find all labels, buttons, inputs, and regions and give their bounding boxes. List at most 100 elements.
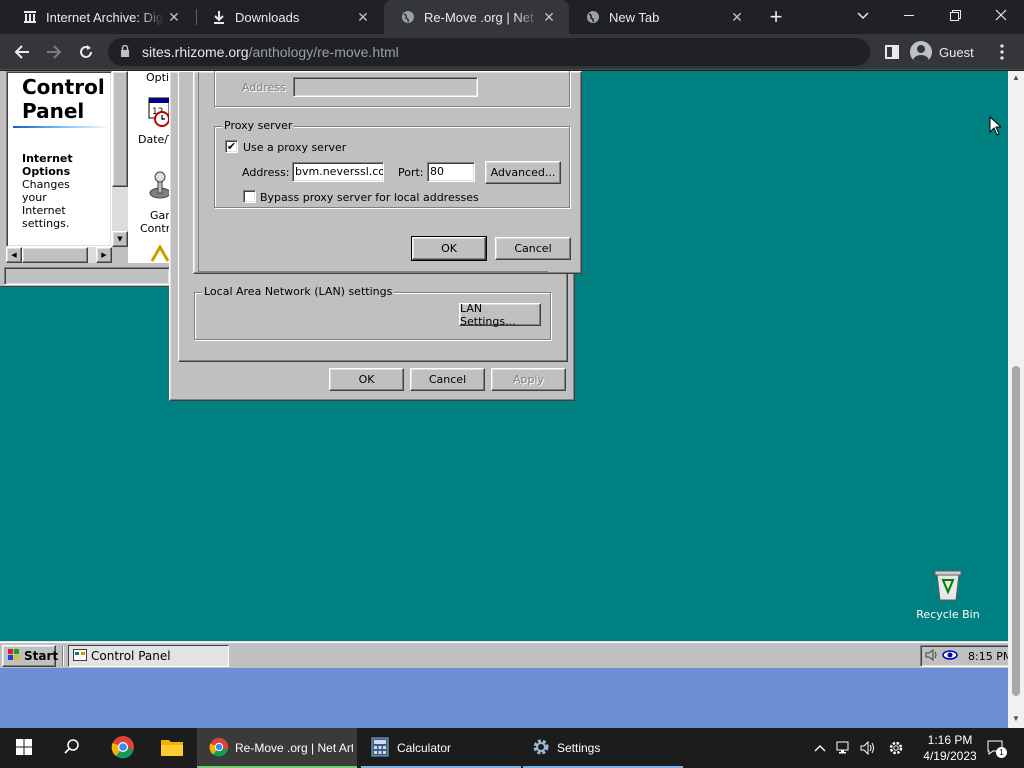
taskbar-item-control-panel[interactable]: Control Panel <box>68 645 229 667</box>
vertical-scrollbar[interactable]: ▼ <box>112 71 128 247</box>
pinned-file-explorer[interactable] <box>148 728 196 768</box>
start-button[interactable]: Start <box>2 645 58 667</box>
menu-icon[interactable] <box>988 38 1016 66</box>
chevron-up-icon[interactable] <box>810 738 830 758</box>
clock-date: 4/19/2023 <box>923 749 977 763</box>
selected-item-description: Changes your Internet settings. <box>22 178 70 230</box>
clock-time: 1:16 PM <box>927 733 973 747</box>
autoconfig-address-input[interactable] <box>293 77 478 97</box>
reload-button[interactable] <box>72 38 100 66</box>
lan-settings-button[interactable]: LAN Settings... <box>459 302 541 328</box>
scroll-left-icon[interactable]: ◀ <box>6 247 22 263</box>
calculator-icon <box>371 737 389 760</box>
port-label: Port: <box>398 166 424 179</box>
tab-search-icon[interactable] <box>852 5 874 27</box>
tray-clock[interactable]: 8:15 PM <box>968 650 1008 663</box>
scroll-right-icon[interactable]: ▶ <box>96 247 112 263</box>
tab-downloads[interactable]: Downloads ✕ <box>195 0 383 34</box>
port-input[interactable]: 80 <box>427 162 475 182</box>
keyboard-icon[interactable] <box>150 243 170 263</box>
settings-tray-icon[interactable] <box>886 738 906 758</box>
windows-logo-icon <box>7 648 21 664</box>
url-host: sites.rhizome.org <box>142 44 249 60</box>
advanced-button[interactable]: Advanced... <box>485 161 561 184</box>
close-window-button[interactable] <box>978 0 1024 30</box>
pinned-chrome[interactable] <box>99 728 147 768</box>
taskbar-item-label: Re-Move .org | Net Art Anthology <box>235 741 353 755</box>
network-eye-icon[interactable] <box>942 649 958 664</box>
gear-icon <box>531 737 551 760</box>
scroll-thumb[interactable] <box>22 247 88 263</box>
profile-button[interactable]: Guest <box>910 40 974 64</box>
use-proxy-label[interactable]: Use a proxy server <box>243 141 346 154</box>
taskbar-item-calculator[interactable]: Calculator <box>361 728 521 768</box>
scroll-down-icon[interactable]: ▼ <box>112 231 128 247</box>
browser-toolbar: sites.rhizome.org/anthology/re-move.html… <box>0 34 1024 70</box>
bypass-proxy-checkbox[interactable] <box>243 190 256 203</box>
recycle-bin[interactable]: Recycle Bin <box>910 568 986 621</box>
notification-badge: 1 <box>996 747 1007 758</box>
scroll-thumb[interactable] <box>112 71 128 187</box>
control-panel-window[interactable]: Control Panel Internet Options Changes y… <box>0 71 172 287</box>
back-button[interactable] <box>8 38 36 66</box>
page-viewport: Control Panel Internet Options Changes y… <box>0 71 1008 728</box>
recycle-bin-label: Recycle Bin <box>916 608 980 621</box>
tab-title: Downloads <box>235 9 300 25</box>
page-scrollbar[interactable]: ▲ ▼ <box>1008 71 1024 728</box>
proxy-address-label: Address: <box>242 166 290 179</box>
forward-button[interactable] <box>40 38 68 66</box>
taskbar-separator <box>62 646 64 666</box>
tab-re-move[interactable]: Re-Move .org | Net Art Anthology ✕ <box>384 0 569 34</box>
apply-button[interactable]: Apply <box>491 368 566 391</box>
mouse-cursor-icon <box>989 115 1003 139</box>
speaker-icon[interactable] <box>925 648 939 665</box>
globe-icon <box>585 9 601 25</box>
side-panel-icon[interactable] <box>878 38 906 66</box>
network-icon[interactable] <box>834 738 854 758</box>
scroll-down-icon[interactable]: ▼ <box>1011 714 1021 723</box>
recycle-bin-icon <box>910 568 986 605</box>
taskbar-clock[interactable]: 1:16 PM 4/19/2023 <box>920 732 980 764</box>
bypass-proxy-label[interactable]: Bypass proxy server for local addresses <box>260 191 479 204</box>
proxy-address-input[interactable]: bvm.neverssl.com <box>292 162 384 182</box>
ok-button[interactable]: OK <box>411 236 487 261</box>
horizontal-scrollbar[interactable]: ◀ ▶ <box>6 247 112 263</box>
icon-label[interactable]: Date/T <box>138 133 172 146</box>
search-button[interactable] <box>48 728 96 768</box>
globe-icon <box>400 9 416 25</box>
close-icon[interactable]: ✕ <box>539 7 559 27</box>
search-icon <box>64 738 80 758</box>
win98-desktop[interactable]: Control Panel Internet Options Changes y… <box>0 71 1008 641</box>
restore-button[interactable] <box>932 0 978 30</box>
use-proxy-checkbox[interactable]: ✔ <box>225 140 238 153</box>
windows-logo-icon <box>16 738 32 758</box>
cancel-button[interactable]: Cancel <box>495 237 571 260</box>
tab-new-tab[interactable]: New Tab ✕ <box>569 0 757 34</box>
address-bar[interactable]: sites.rhizome.org/anthology/re-move.html <box>108 38 870 66</box>
taskbar-item-settings[interactable]: Settings <box>523 728 683 768</box>
address-label: Address <box>242 81 286 94</box>
lan-settings-dialog[interactable]: Address Proxy server ✔ Use a proxy serve… <box>193 71 582 274</box>
icon-label[interactable]: Contro <box>140 222 172 235</box>
ok-button[interactable]: OK <box>329 368 404 391</box>
group-label: Local Area Network (LAN) settings <box>202 285 395 298</box>
close-icon[interactable]: ✕ <box>164 7 184 27</box>
taskbar-item-chrome[interactable]: Re-Move .org | Net Art Anthology <box>197 728 357 768</box>
notification-icon[interactable]: 1 <box>986 738 1007 758</box>
download-icon <box>211 9 227 25</box>
new-tab-button[interactable]: + <box>764 4 788 29</box>
system-tray: 8:15 PM <box>920 645 1008 667</box>
close-icon[interactable]: ✕ <box>727 7 747 27</box>
taskbar-item-label: Settings <box>557 741 601 755</box>
tab-internet-archive[interactable]: Internet Archive: Digital Library of Fre… <box>6 0 194 34</box>
url-path: /anthology/re-move.html <box>248 44 399 60</box>
scroll-thumb[interactable] <box>1012 366 1020 696</box>
volume-icon[interactable] <box>858 738 878 758</box>
scroll-up-icon[interactable]: ▲ <box>1011 73 1021 82</box>
cancel-button[interactable]: Cancel <box>410 368 485 391</box>
start-button[interactable] <box>0 728 48 768</box>
minimize-button[interactable] <box>886 0 932 30</box>
tab-title: New Tab <box>609 9 660 25</box>
lock-icon[interactable] <box>120 44 134 60</box>
close-icon[interactable]: ✕ <box>353 7 373 27</box>
